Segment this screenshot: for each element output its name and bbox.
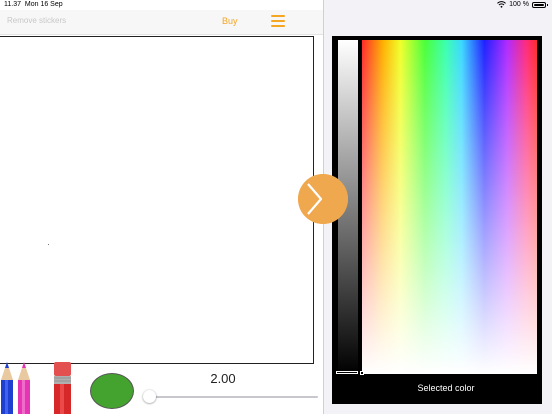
buy-button[interactable]: Buy [222,16,238,26]
pink-pencil-icon[interactable] [17,362,31,414]
nav-bar: Remove stickers Buy [0,10,323,35]
brush-size-value: 2.00 [210,371,236,386]
remove-stickers-button[interactable]: Remove stickers [7,16,66,25]
expand-panel-button[interactable] [298,174,348,224]
drawing-canvas[interactable] [0,36,314,364]
canvas-mark [48,244,49,245]
battery-icon [532,1,548,8]
brightness-marker[interactable] [336,371,358,374]
eraser-pencil-icon[interactable] [53,362,72,414]
battery-percent: 100 % [509,1,529,8]
drawing-pane: Remove stickers Buy 2.00 [0,0,323,414]
status-time: 11.37 Mon 16 Sep [4,1,63,8]
selected-color-label: Selected color [417,383,475,393]
blue-pencil-icon[interactable] [0,362,14,414]
brush-size-slider[interactable] [142,390,320,404]
wifi-icon [497,1,507,8]
status-indicators: 100 % [497,1,548,8]
hue-marker[interactable] [360,371,364,375]
slider-thumb[interactable] [143,390,156,403]
menu-icon[interactable] [271,15,285,27]
slider-track [146,396,318,398]
status-bar: 11.37 Mon 16 Sep 100 % [0,0,552,10]
selected-color-swatch[interactable] [90,373,134,409]
hue-saturation-field[interactable] [362,40,537,374]
